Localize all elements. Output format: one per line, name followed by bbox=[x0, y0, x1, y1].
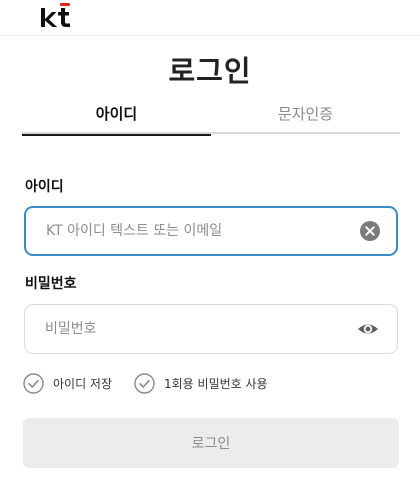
check-circle-icon bbox=[23, 372, 44, 394]
password-input[interactable] bbox=[45, 305, 345, 353]
page-title: 로그인 bbox=[168, 54, 252, 88]
login-method-tabs: 아이디 문자인증 bbox=[22, 96, 400, 136]
id-input[interactable] bbox=[46, 208, 346, 254]
check-circle-icon bbox=[134, 372, 155, 394]
kt-logo[interactable] bbox=[40, 2, 74, 30]
id-field-label: 아이디 bbox=[25, 179, 64, 195]
one-time-password-option[interactable]: 1회용 비밀번호 사용 bbox=[134, 372, 268, 394]
id-input-box bbox=[24, 206, 398, 256]
tab-sms-auth[interactable]: 문자인증 bbox=[211, 96, 400, 134]
one-time-password-label: 1회용 비밀번호 사용 bbox=[164, 376, 268, 391]
save-id-label: 아이디 저장 bbox=[53, 376, 113, 391]
tab-id[interactable]: 아이디 bbox=[22, 96, 211, 136]
clear-icon[interactable] bbox=[360, 221, 380, 241]
login-button[interactable]: 로그인 bbox=[23, 418, 399, 468]
save-id-option[interactable]: 아이디 저장 bbox=[23, 372, 112, 394]
password-input-box bbox=[24, 304, 398, 354]
eye-icon[interactable] bbox=[357, 320, 379, 338]
password-field-label: 비밀번호 bbox=[25, 276, 77, 292]
header bbox=[0, 0, 420, 36]
